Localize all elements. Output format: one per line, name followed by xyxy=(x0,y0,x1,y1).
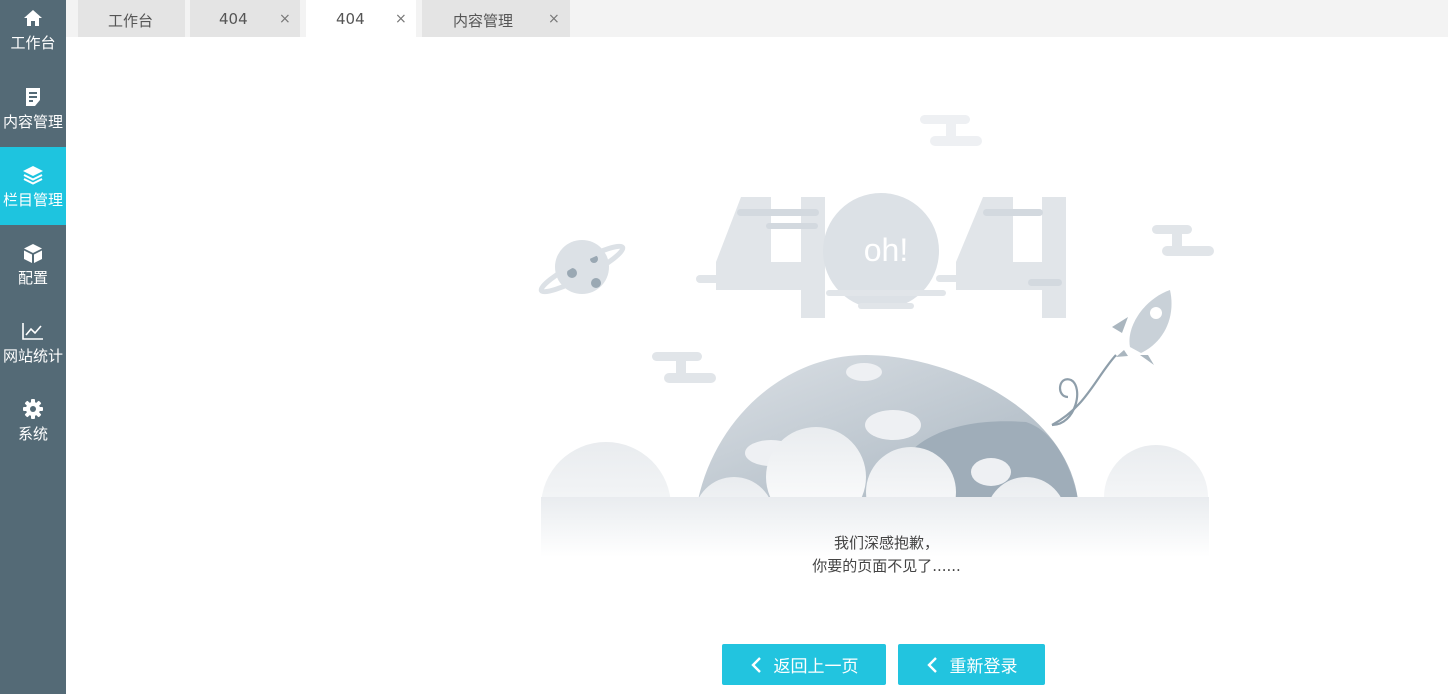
sidebar-item-label: 配置 xyxy=(17,269,48,287)
chevron-left-icon xyxy=(750,656,762,674)
tab-label: 内容管理 xyxy=(453,12,514,30)
relogin-button-label: 重新登录 xyxy=(949,657,1018,677)
tab-404-active[interactable]: 404 × xyxy=(306,0,416,37)
back-button-label: 返回上一页 xyxy=(773,657,859,677)
tab-bar: 工作台 404 × 404 × 内容管理 × xyxy=(66,0,1448,37)
close-icon[interactable]: × xyxy=(279,11,291,27)
close-icon[interactable]: × xyxy=(395,11,407,27)
sidebar-item-content[interactable]: 内容管理 xyxy=(0,69,66,147)
apology-line2: 你要的页面不见了...... xyxy=(812,557,961,575)
main-content: oh! 我们深感抱歉， 你要的页面不见了...... 返回上一页 重新登录 xyxy=(66,37,1448,694)
rocket-icon xyxy=(1051,290,1172,427)
tab-label: 404 xyxy=(219,10,248,28)
document-edit-icon xyxy=(21,85,45,109)
close-icon[interactable]: × xyxy=(548,11,560,27)
back-button[interactable]: 返回上一页 xyxy=(722,644,886,685)
planet-icon xyxy=(538,240,626,295)
small-cloud-left xyxy=(652,352,716,383)
line-chart-icon xyxy=(21,319,45,343)
sidebar-item-config[interactable]: 配置 xyxy=(0,225,66,303)
sidebar-item-label: 系统 xyxy=(17,425,48,443)
sidebar-item-label: 工作台 xyxy=(10,34,56,52)
sidebar-item-label: 栏目管理 xyxy=(2,191,63,209)
small-cloud-top xyxy=(920,115,982,146)
sidebar-item-workbench[interactable]: 工作台 xyxy=(0,0,66,68)
small-cloud-right xyxy=(1152,225,1214,256)
cube-icon xyxy=(21,241,45,265)
sidebar-item-system[interactable]: 系统 xyxy=(0,381,66,459)
layers-icon xyxy=(21,163,45,187)
tab-404[interactable]: 404 × xyxy=(190,0,300,37)
gear-icon xyxy=(21,397,45,421)
oh-bubble: oh! xyxy=(823,193,946,309)
404-illustration: oh! xyxy=(538,115,1214,557)
apology-line1: 我们深感抱歉， xyxy=(833,534,939,552)
chevron-left-icon xyxy=(926,656,938,674)
sidebar-item-label: 内容管理 xyxy=(2,113,63,131)
tab-label: 工作台 xyxy=(108,12,154,30)
tab-label: 404 xyxy=(336,10,365,28)
sidebar-item-label: 网站统计 xyxy=(2,347,63,365)
oh-text: oh! xyxy=(864,232,908,268)
home-icon xyxy=(21,6,45,30)
sidebar-item-statistics[interactable]: 网站统计 xyxy=(0,303,66,381)
tab-workbench[interactable]: 工作台 xyxy=(78,0,185,37)
sidebar: 工作台 内容管理 栏目管理 配置 网站统计 系统 xyxy=(0,0,66,694)
sidebar-item-columns[interactable]: 栏目管理 xyxy=(0,147,66,225)
relogin-button[interactable]: 重新登录 xyxy=(898,644,1045,685)
tab-content-management[interactable]: 内容管理 × xyxy=(422,0,570,37)
